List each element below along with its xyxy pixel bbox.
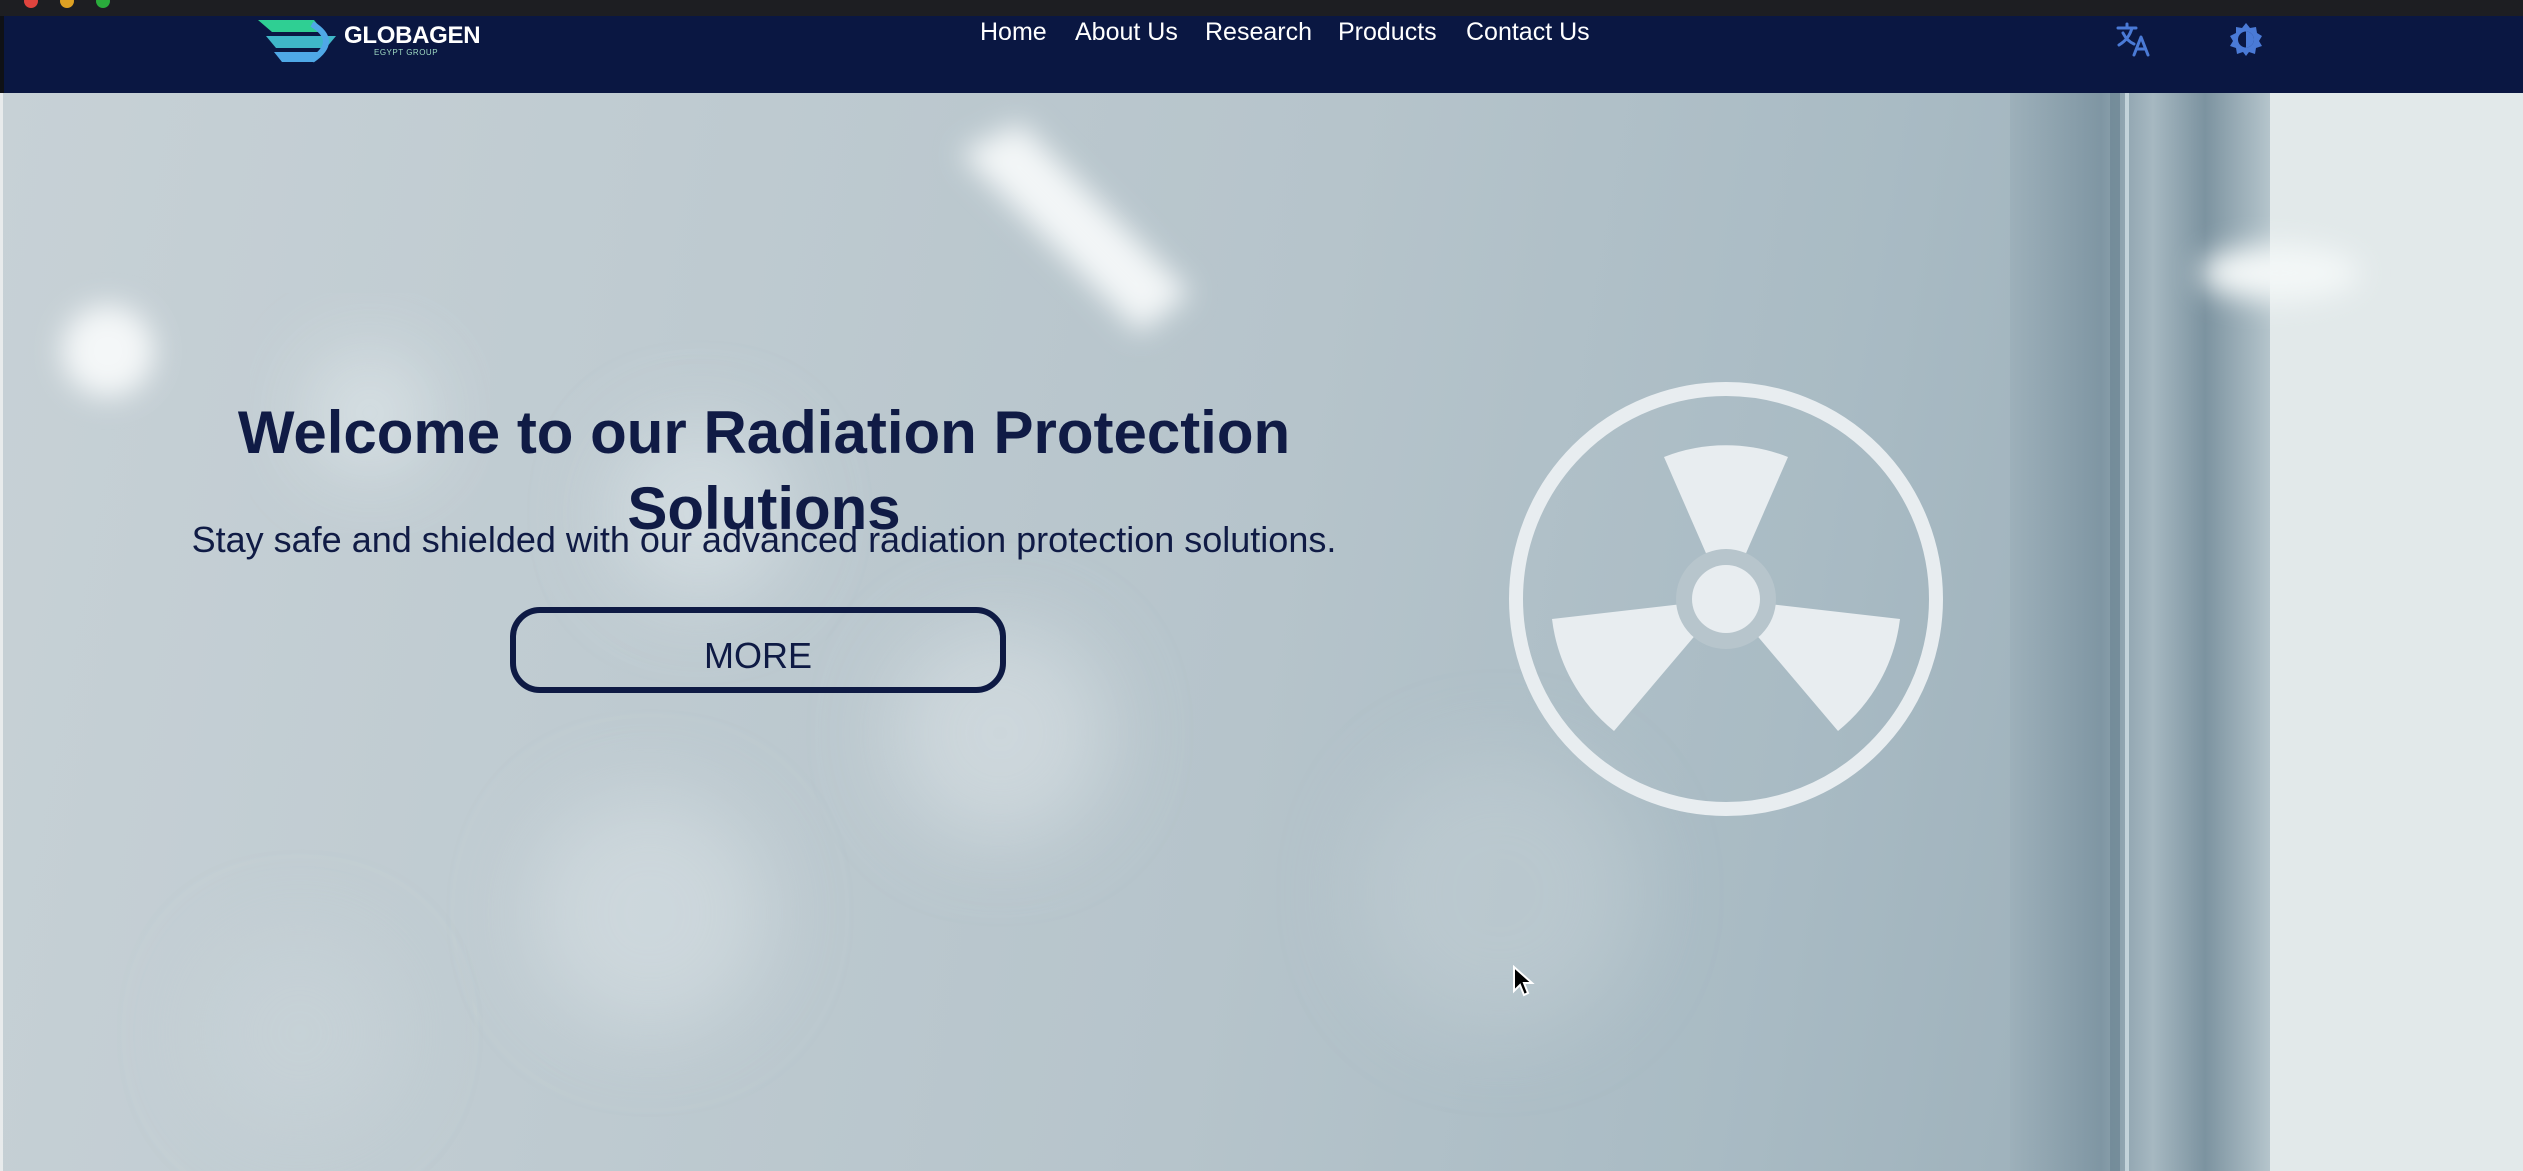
nav-menu: Home About Us Research Products Contact … <box>4 16 2523 68</box>
browser-window: GLOBAGEN EGYPT GROUP Home About Us Resea… <box>0 0 2523 1171</box>
site-navbar: GLOBAGEN EGYPT GROUP Home About Us Resea… <box>4 16 2523 93</box>
more-button[interactable]: MORE <box>510 607 1006 693</box>
window-minimize-icon[interactable] <box>60 0 74 8</box>
nav-link-about-us[interactable]: About Us <box>1075 18 1178 47</box>
hero-subtitle: Stay safe and shielded with our advanced… <box>191 519 1337 560</box>
translate-icon[interactable] <box>2114 19 2154 59</box>
nav-link-home[interactable]: Home <box>980 18 1047 47</box>
window-close-icon[interactable] <box>24 0 38 8</box>
nav-link-research[interactable]: Research <box>1205 18 1312 47</box>
hero-background-image <box>62 93 2523 1171</box>
nav-link-contact-us[interactable]: Contact Us <box>1466 18 1590 47</box>
mouse-cursor-icon <box>1513 965 1535 997</box>
theme-toggle-icon[interactable] <box>2226 19 2266 59</box>
hero-section: Welcome to our Radiation Protection Solu… <box>0 93 2523 1171</box>
radiation-trefoil-icon <box>1509 382 1943 816</box>
browser-top-strip <box>0 0 2523 16</box>
window-maximize-icon[interactable] <box>96 0 110 8</box>
nav-link-products[interactable]: Products <box>1338 18 1437 47</box>
hero-left-edge <box>0 93 3 1171</box>
